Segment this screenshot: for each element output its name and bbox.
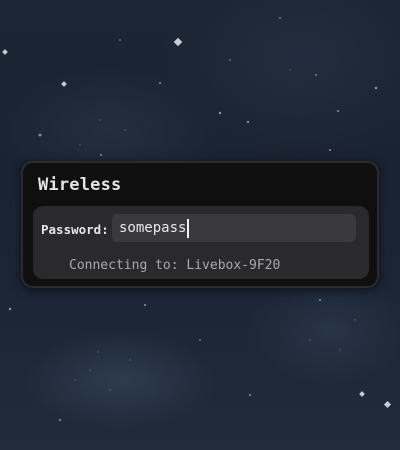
password-panel: Password: somepass Connecting to: Livebo… xyxy=(33,206,369,279)
dialog-title: Wireless xyxy=(38,175,122,195)
wireless-dialog: Wireless Password: somepass Connecting t… xyxy=(21,161,379,288)
password-label: Password: xyxy=(41,222,109,237)
password-input[interactable]: somepass xyxy=(112,214,356,242)
connection-status: Connecting to: Livebox-9F20 xyxy=(69,258,281,273)
password-input-value: somepass xyxy=(119,220,187,236)
text-caret xyxy=(187,218,190,238)
